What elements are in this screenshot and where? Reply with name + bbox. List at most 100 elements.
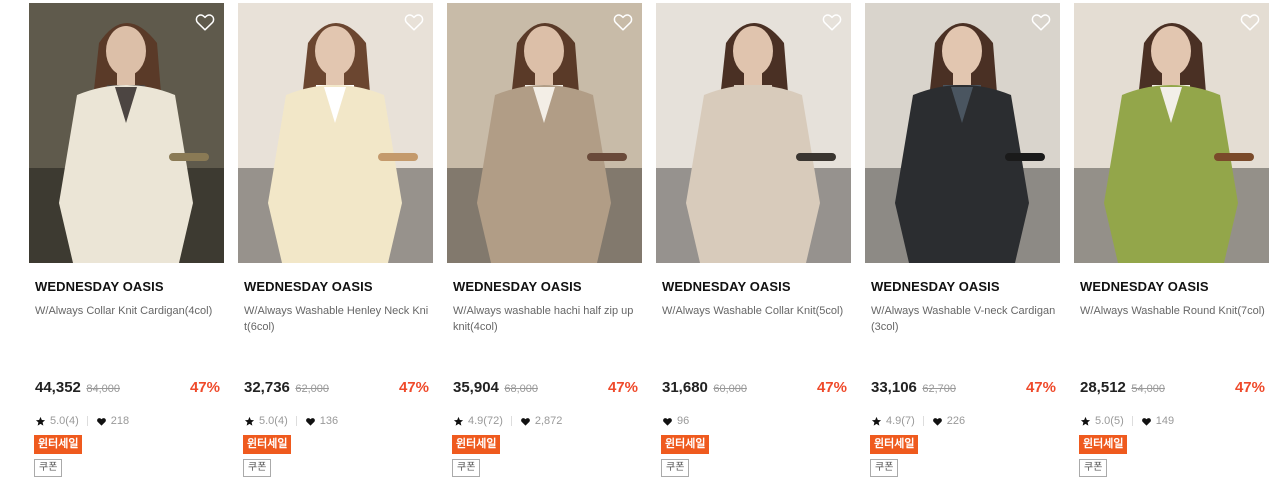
product-card[interactable]: WEDNESDAY OASIS W/Always Collar Knit Car… [29, 3, 224, 493]
like-count: 96 [677, 415, 690, 427]
like-count: 218 [110, 415, 130, 427]
product-card[interactable]: WEDNESDAY OASIS W/Always Washable Henley… [238, 3, 433, 493]
winter-sale-badge: 윈터세일 [870, 435, 919, 454]
like-count: 226 [946, 415, 966, 427]
product-photo[interactable] [447, 3, 642, 263]
review-meta: 4.9(7) 226 [871, 413, 965, 429]
brand-name[interactable]: WEDNESDAY OASIS [871, 279, 1000, 294]
brand-name[interactable]: WEDNESDAY OASIS [35, 279, 164, 294]
product-name[interactable]: W/Always Washable Round Knit(7col) [1080, 303, 1266, 319]
review-meta: 96 [662, 413, 689, 429]
heart-icon [520, 417, 530, 426]
brand-name[interactable]: WEDNESDAY OASIS [662, 279, 791, 294]
original-price: 62,000 [295, 383, 329, 395]
sale-price: 33,106 [871, 379, 917, 396]
winter-sale-badge: 윈터세일 [34, 435, 83, 454]
heart-icon [305, 417, 315, 426]
star-icon [35, 416, 46, 426]
product-image[interactable] [29, 3, 224, 263]
discount-rate: 47% [1234, 379, 1265, 396]
review-meta: 5.0(4) 136 [244, 413, 338, 429]
price-row: 44,352 84,000 47% [35, 379, 220, 399]
product-image[interactable] [865, 3, 1060, 263]
discount-rate: 47% [1025, 379, 1056, 396]
review-meta: 4.9(72) 2,872 [453, 413, 562, 429]
product-photo[interactable] [29, 3, 224, 263]
sale-price: 44,352 [35, 379, 81, 396]
winter-sale-badge: 윈터세일 [1079, 435, 1128, 454]
original-price: 60,000 [713, 383, 747, 395]
product-card[interactable]: WEDNESDAY OASIS W/Always Washable V-neck… [865, 3, 1060, 493]
product-photo[interactable] [656, 3, 851, 263]
divider [86, 416, 88, 426]
divider [510, 416, 512, 426]
like-count: 2,872 [534, 415, 563, 427]
price-row: 32,736 62,000 47% [244, 379, 429, 399]
rating: 5.0(5) [1080, 415, 1141, 427]
product-card[interactable]: WEDNESDAY OASIS W/Always Washable Collar… [656, 3, 851, 493]
heart-outline-icon[interactable] [1030, 11, 1052, 33]
coupon-badge: 쿠폰 [452, 459, 481, 477]
divider [922, 416, 924, 426]
heart-outline-icon[interactable] [821, 11, 843, 33]
brand-name[interactable]: WEDNESDAY OASIS [1080, 279, 1209, 294]
product-photo[interactable] [865, 3, 1060, 263]
product-name[interactable]: W/Always Washable V-neck Cardigan(3col) [871, 303, 1057, 335]
brand-name[interactable]: WEDNESDAY OASIS [453, 279, 582, 294]
product-name[interactable]: W/Always washable hachi half zip up knit… [453, 303, 639, 335]
product-name[interactable]: W/Always Collar Knit Cardigan(4col) [35, 303, 221, 319]
product-photo[interactable] [238, 3, 433, 263]
price-row: 28,512 54,000 47% [1080, 379, 1265, 399]
sale-price: 28,512 [1080, 379, 1126, 396]
heart-icon [96, 417, 106, 426]
original-price: 68,000 [504, 383, 538, 395]
discount-rate: 47% [816, 379, 847, 396]
heart-icon [663, 417, 672, 426]
product-image[interactable] [1074, 3, 1269, 263]
winter-sale-badge: 윈터세일 [452, 435, 501, 454]
rating-score: 5.0(4) [259, 415, 288, 427]
product-card[interactable]: WEDNESDAY OASIS W/Always Washable Round … [1074, 3, 1269, 493]
discount-rate: 47% [607, 379, 638, 396]
rating-score: 5.0(4) [50, 415, 79, 427]
star-icon [244, 416, 255, 426]
heart-outline-icon[interactable] [1239, 11, 1261, 33]
original-price: 54,000 [1131, 383, 1165, 395]
price-row: 33,106 62,700 47% [871, 379, 1056, 399]
heart-icon [932, 417, 942, 426]
rating-score: 4.9(7) [886, 415, 915, 427]
product-name[interactable]: W/Always Washable Henley Neck Knit(6col) [244, 303, 430, 335]
heart-outline-icon[interactable] [612, 11, 634, 33]
price-row: 31,680 60,000 47% [662, 379, 847, 399]
product-photo[interactable] [1074, 3, 1269, 263]
discount-rate: 47% [398, 379, 429, 396]
rating: 5.0(4) [244, 415, 305, 427]
product-image[interactable] [238, 3, 433, 263]
rating-score: 5.0(5) [1095, 415, 1124, 427]
coupon-badge: 쿠폰 [870, 459, 899, 477]
divider [1131, 416, 1133, 426]
coupon-badge: 쿠폰 [661, 459, 690, 477]
rating: 4.9(72) [453, 415, 520, 427]
coupon-badge: 쿠폰 [34, 459, 63, 477]
winter-sale-badge: 윈터세일 [243, 435, 292, 454]
winter-sale-badge: 윈터세일 [661, 435, 710, 454]
star-icon [1080, 416, 1091, 426]
heart-outline-icon[interactable] [403, 11, 425, 33]
sale-price: 31,680 [662, 379, 708, 396]
coupon-badge: 쿠폰 [243, 459, 272, 477]
heart-outline-icon[interactable] [194, 11, 216, 33]
product-image[interactable] [447, 3, 642, 263]
product-name[interactable]: W/Always Washable Collar Knit(5col) [662, 303, 848, 319]
product-grid: WEDNESDAY OASIS W/Always Collar Knit Car… [29, 3, 1269, 493]
review-meta: 5.0(4) 218 [35, 413, 129, 429]
brand-name[interactable]: WEDNESDAY OASIS [244, 279, 373, 294]
sale-price: 35,904 [453, 379, 499, 396]
star-icon [871, 416, 882, 426]
like-count: 149 [1155, 415, 1175, 427]
product-card[interactable]: WEDNESDAY OASIS W/Always washable hachi … [447, 3, 642, 493]
original-price: 84,000 [86, 383, 120, 395]
discount-rate: 47% [189, 379, 220, 396]
sale-price: 32,736 [244, 379, 290, 396]
product-image[interactable] [656, 3, 851, 263]
